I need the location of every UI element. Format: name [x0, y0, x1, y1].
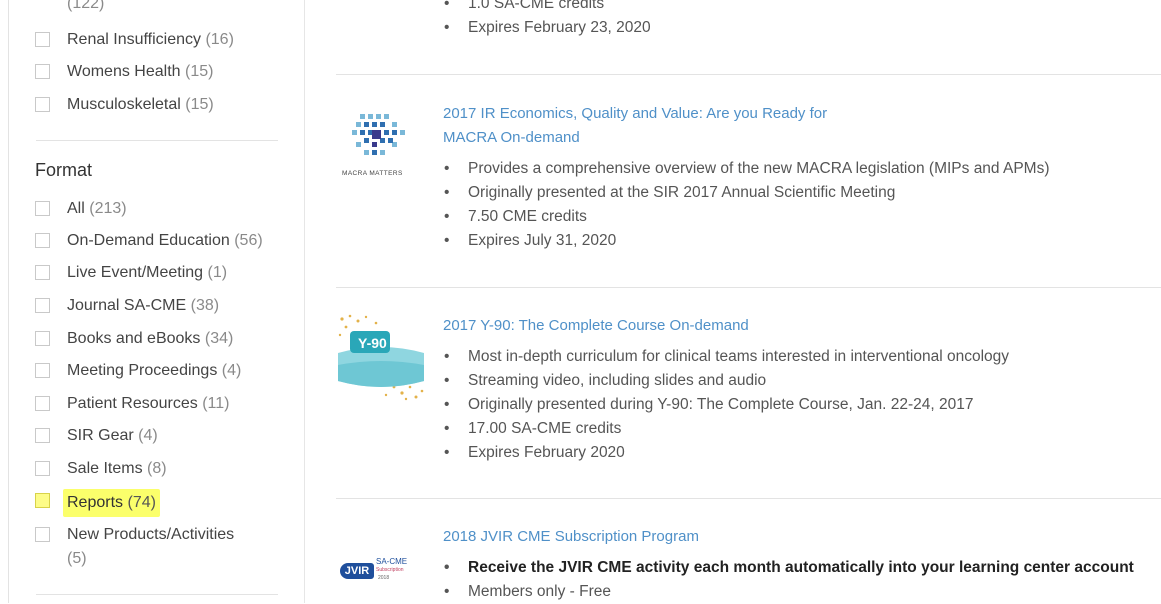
- bullet-item: Expires February 2020: [443, 441, 1143, 465]
- format-heading: Format: [35, 160, 93, 180]
- filter-label: On-Demand Education: [67, 232, 230, 249]
- filter-checkbox[interactable]: [35, 265, 50, 280]
- filter-option-books-and-ebooks[interactable]: Books and eBooks (34): [35, 327, 233, 351]
- filter-count: (74): [127, 494, 156, 511]
- filter-option-musculoskeletal[interactable]: Musculoskeletal (15): [35, 93, 214, 117]
- filter-checkbox[interactable]: [35, 97, 50, 112]
- filter-checkbox[interactable]: [35, 396, 50, 411]
- bullet-item: Originally presented during Y-90: The Co…: [443, 393, 1143, 417]
- filter-label: Renal Insufficiency: [67, 31, 201, 48]
- highlight-mark: Reports (74): [63, 489, 160, 517]
- filter-count: (1): [207, 264, 228, 281]
- filter-checkbox[interactable]: [35, 64, 50, 79]
- filter-count: (38): [190, 297, 220, 314]
- filter-option-meeting-proceedings[interactable]: Meeting Proceedings (4): [35, 359, 241, 383]
- section-separator: [36, 140, 278, 141]
- filter-checkbox[interactable]: [35, 527, 50, 542]
- filter-label: New Products/Activities: [67, 526, 235, 543]
- filter-checkbox[interactable]: [35, 493, 50, 508]
- filter-option-new-products-activities[interactable]: New Products/Activities (5): [35, 523, 265, 571]
- filter-option-sir-gear[interactable]: SIR Gear (4): [35, 424, 158, 448]
- product-title-link[interactable]: 2017 Y-90: The Complete Course On-demand: [443, 314, 883, 338]
- filter-option-womens-health[interactable]: Womens Health (15): [35, 60, 213, 84]
- filter-checkbox[interactable]: [35, 32, 50, 47]
- filter-count: (8): [147, 460, 167, 477]
- filter-sidebar: (122) Renal Insufficiency (16) Womens He…: [0, 0, 304, 603]
- filter-count: (4): [138, 427, 158, 444]
- bullet-item: 7.50 CME credits: [443, 205, 1143, 229]
- product-divider: [336, 287, 1161, 288]
- filter-checkbox[interactable]: [35, 331, 50, 346]
- product-title-link[interactable]: 2017 IR Economics, Quality and Value: Ar…: [443, 102, 883, 150]
- filter-count: (213): [89, 200, 127, 217]
- filter-label: Musculoskeletal: [67, 96, 181, 113]
- sidebar-divider: [304, 0, 305, 603]
- bullet-item: 17.00 SA-CME credits: [443, 417, 1143, 441]
- product-divider: [336, 498, 1161, 499]
- product-divider: [336, 74, 1161, 75]
- filter-option-live-event-meeting[interactable]: Live Event/Meeting (1): [35, 261, 227, 285]
- filter-checkbox[interactable]: [35, 428, 50, 443]
- bullet-item: 1.0 SA-CME credits: [443, 0, 1143, 16]
- filter-checkbox[interactable]: [35, 233, 50, 248]
- filter-label: Meeting Proceedings: [67, 362, 218, 379]
- filter-label: SIR Gear: [67, 427, 134, 444]
- filter-label: Books and eBooks: [67, 330, 201, 347]
- filter-checkbox[interactable]: [35, 298, 50, 313]
- filter-count: (5): [67, 550, 87, 567]
- bullet-item: Receive the JVIR CME activity each month…: [443, 556, 1137, 580]
- jvir-logo-year: 2018: [378, 575, 390, 581]
- filter-count: (15): [184, 63, 214, 80]
- filter-option-sale-items[interactable]: Sale Items (8): [35, 457, 167, 481]
- bullet-item: Most in-depth curriculum for clinical te…: [443, 345, 1143, 369]
- filter-label: Womens Health: [67, 63, 181, 80]
- bullet-item: Members only - Free: [443, 580, 1137, 604]
- jvir-logo-subtitle: SA-CME: [376, 557, 408, 566]
- bullet-item: Provides a comprehensive overview of the…: [443, 157, 1143, 181]
- filter-label: Reports: [67, 494, 124, 511]
- bullet-item: Streaming video, including slides and au…: [443, 369, 1143, 393]
- filter-label: Journal SA-CME: [67, 297, 187, 314]
- filter-checkbox[interactable]: [35, 363, 50, 378]
- filter-checkbox[interactable]: [35, 201, 50, 216]
- bullet-item: Expires July 31, 2020: [443, 229, 1143, 253]
- y90-logo-text: Y-90: [358, 335, 387, 351]
- filter-option-patient-resources[interactable]: Patient Resources (11): [35, 392, 229, 416]
- filter-option-reports[interactable]: Reports (74): [35, 489, 160, 517]
- product-bullets: Most in-depth curriculum for clinical te…: [443, 345, 1143, 465]
- jvir-thumbnail[interactable]: JVIR SA-CME Subscription 2018: [338, 555, 428, 587]
- filter-option-renal-insufficiency[interactable]: Renal Insufficiency (16): [35, 28, 234, 52]
- section-separator: [36, 594, 278, 595]
- filter-label: Patient Resources: [67, 395, 198, 412]
- filter-count: (4): [221, 362, 242, 379]
- jvir-logo-subscription: Subscription: [376, 567, 404, 573]
- filter-count: (16): [205, 31, 234, 48]
- filter-label: Sale Items: [67, 460, 143, 477]
- cut-off-count: (122): [35, 0, 104, 16]
- filter-label: All: [67, 200, 85, 217]
- filter-label: Live Event/Meeting: [67, 264, 204, 281]
- bullet-item: Expires February 23, 2020: [443, 16, 1143, 40]
- filter-count: (15): [185, 96, 214, 113]
- filter-count: (11): [202, 395, 230, 412]
- macra-logo-text: MACRA MATTERS: [342, 170, 403, 177]
- bullet-item: Originally presented at the SIR 2017 Ann…: [443, 181, 1143, 205]
- jvir-logo-text: JVIR: [340, 563, 374, 579]
- filter-option-on-demand-education[interactable]: On-Demand Education (56): [35, 229, 263, 253]
- filter-option-journal-sa-cme[interactable]: Journal SA-CME (38): [35, 294, 219, 318]
- y90-thumbnail[interactable]: Y-90: [336, 313, 426, 403]
- filter-checkbox[interactable]: [35, 461, 50, 476]
- product-title-link[interactable]: 2018 JVIR CME Subscription Program: [443, 525, 883, 549]
- product-bullets: Provides a comprehensive overview of the…: [443, 157, 1143, 253]
- filter-count: (122): [67, 0, 105, 12]
- y90-logo-graphic: [338, 314, 424, 401]
- filter-count: (56): [234, 232, 263, 249]
- filter-option-all[interactable]: All (213): [35, 197, 127, 221]
- filter-count: (34): [204, 330, 234, 347]
- macra-thumbnail[interactable]: MACRA MATTERS: [340, 108, 424, 180]
- product-bullets: Receive the JVIR CME activity each month…: [443, 556, 1137, 604]
- product-bullets: 1.0 SA-CME credits Expires February 23, …: [443, 0, 1143, 40]
